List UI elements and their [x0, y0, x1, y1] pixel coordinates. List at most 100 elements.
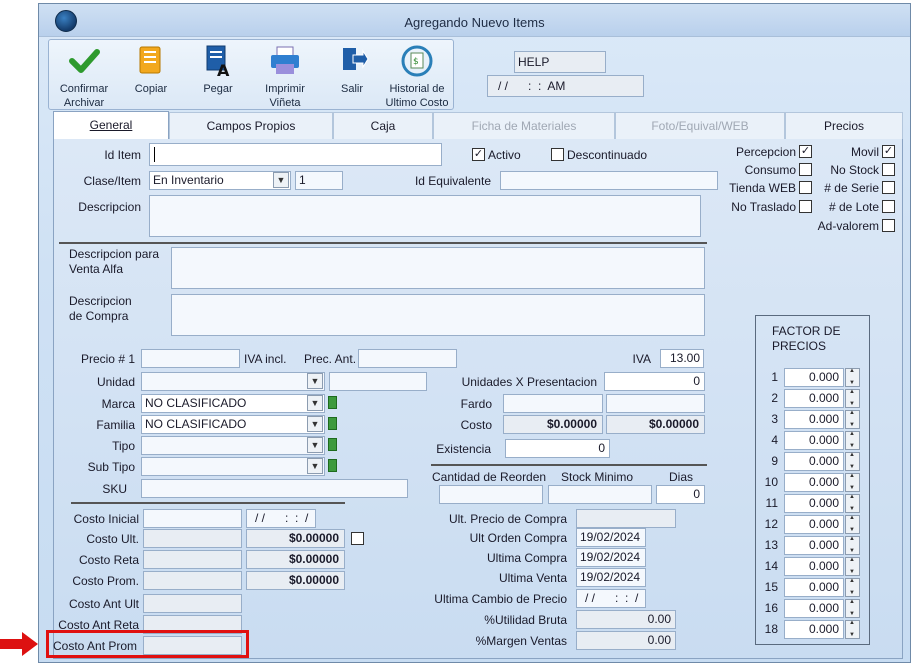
factor-row-spinner-icon[interactable] — [845, 389, 860, 408]
clase-chevron-down-icon[interactable]: ▼ — [273, 172, 289, 188]
factor-row-label: 13 — [764, 538, 778, 552]
clase-item-select[interactable]: En Inventario — [149, 171, 291, 190]
factor-row-input[interactable]: 0.000 — [784, 557, 844, 576]
familia-chevron-down-icon[interactable]: ▼ — [307, 416, 323, 432]
factor-row-label: 18 — [764, 622, 778, 636]
familia-add-icon[interactable] — [328, 417, 337, 430]
copy-button[interactable]: Copiar — [127, 44, 175, 96]
descontinuado-checkbox[interactable] — [551, 148, 564, 161]
help-box[interactable]: HELP — [514, 51, 606, 73]
sub-tipo-add-icon[interactable] — [328, 459, 337, 472]
marca-chevron-down-icon[interactable]: ▼ — [307, 395, 323, 411]
factor-row-input[interactable]: 0.000 — [784, 494, 844, 513]
factor-row-input[interactable]: 0.000 — [784, 410, 844, 429]
costo-ult-checkbox[interactable] — [351, 532, 364, 545]
movil-label: Movil — [850, 145, 879, 159]
factor-row-spinner-icon[interactable] — [845, 431, 860, 450]
stock-min-input[interactable] — [548, 485, 652, 504]
tab-general[interactable]: General — [53, 111, 169, 140]
cant-reorden-input[interactable] — [439, 485, 543, 504]
unidad-extra-input[interactable] — [329, 372, 427, 391]
id-item-input[interactable] — [149, 143, 442, 166]
num-lote-checkbox[interactable] — [882, 200, 895, 213]
unidades-pres-input[interactable]: 0 — [604, 372, 705, 391]
ad-valorem-checkbox[interactable] — [882, 219, 895, 232]
tab-campos-propios[interactable]: Campos Propios — [169, 112, 333, 139]
ultima-cambio-value: / / : : / — [585, 591, 639, 605]
factor-row-input[interactable]: 0.000 — [784, 473, 844, 492]
factor-row-input[interactable]: 0.000 — [784, 536, 844, 555]
unidad-select[interactable] — [141, 372, 325, 391]
factor-row-spinner-icon[interactable] — [845, 515, 860, 534]
activo-checkbox[interactable]: ✓ — [472, 148, 485, 161]
factor-row-spinner-icon[interactable] — [845, 494, 860, 513]
precio1-label: Precio # 1 — [80, 352, 135, 366]
marca-select[interactable]: NO CLASIFICADO — [141, 394, 325, 413]
factor-row-spinner-icon[interactable] — [845, 368, 860, 387]
descontinuado-label: Descontinuado — [567, 148, 648, 162]
margen-box: 0.00 — [576, 631, 676, 650]
dias-input[interactable]: 0 — [656, 485, 705, 504]
prec-ant-input[interactable] — [358, 349, 457, 368]
unidad-chevron-down-icon[interactable]: ▼ — [307, 373, 323, 389]
factor-row-input[interactable]: 0.000 — [784, 368, 844, 387]
factor-row-spinner-icon[interactable] — [845, 410, 860, 429]
factor-row-input[interactable]: 0.000 — [784, 578, 844, 597]
precio1-input[interactable] — [141, 349, 240, 368]
copy-label: Copiar — [134, 83, 168, 95]
sku-input[interactable] — [141, 479, 408, 498]
utilidad-label: %Utilidad Bruta — [484, 613, 567, 627]
sub-tipo-select[interactable] — [141, 457, 325, 476]
descripcion-input[interactable] — [149, 195, 701, 237]
tab-caja[interactable]: Caja — [333, 112, 433, 139]
factor-row-spinner-icon[interactable] — [845, 536, 860, 555]
tab-precios[interactable]: Precios — [785, 112, 903, 139]
id-equivalente-input[interactable] — [500, 171, 718, 190]
tipo-chevron-down-icon[interactable]: ▼ — [307, 437, 323, 453]
factor-row-input[interactable]: 0.000 — [784, 431, 844, 450]
sub-tipo-chevron-down-icon[interactable]: ▼ — [307, 458, 323, 474]
factor-row-spinner-icon[interactable] — [845, 473, 860, 492]
ult-orden-label: Ult Orden Compra — [469, 531, 567, 545]
factor-row-label: 3 — [771, 412, 778, 426]
factor-row-input[interactable]: 0.000 — [784, 515, 844, 534]
tipo-label: Tipo — [112, 439, 135, 453]
desc-compra-input[interactable] — [171, 294, 705, 336]
factor-row-spinner-icon[interactable] — [845, 557, 860, 576]
factor-row-input[interactable]: 0.000 — [784, 599, 844, 618]
print-label-button[interactable]: Imprimir Viñeta — [255, 44, 315, 110]
factor-row-spinner-icon[interactable] — [845, 620, 860, 639]
paste-button[interactable]: A Pegar — [194, 44, 242, 96]
factor-row-label: 12 — [764, 517, 778, 531]
factor-row-input[interactable]: 0.000 — [784, 620, 844, 639]
factor-row-label: 4 — [771, 433, 778, 447]
costo-inicial-date[interactable]: / / : : / — [246, 509, 316, 528]
factor-row-input[interactable]: 0.000 — [784, 389, 844, 408]
num-serie-checkbox[interactable] — [882, 181, 895, 194]
clase-num-input[interactable]: 1 — [295, 171, 343, 190]
factor-row-input[interactable]: 0.000 — [784, 452, 844, 471]
familia-select[interactable]: NO CLASIFICADO — [141, 415, 325, 434]
no-stock-checkbox[interactable] — [882, 163, 895, 176]
desc-venta-input[interactable] — [171, 247, 705, 289]
iva-input[interactable]: 13.00 — [660, 349, 704, 368]
costo-inicial-input[interactable] — [143, 509, 242, 528]
ultima-cambio-box: / / : : / — [576, 589, 646, 608]
tipo-select[interactable] — [141, 436, 325, 455]
window-title: Agregando Nuevo Items — [404, 15, 545, 30]
factor-row-spinner-icon[interactable] — [845, 452, 860, 471]
factor-row-spinner-icon[interactable] — [845, 578, 860, 597]
percepcion-checkbox[interactable]: ✓ — [799, 145, 812, 158]
cost-history-button[interactable]: $ Historial de Ultimo Costo — [385, 44, 449, 110]
unidades-pres-value: 0 — [693, 374, 700, 388]
movil-checkbox[interactable]: ✓ — [882, 145, 895, 158]
exit-button[interactable]: Salir — [332, 44, 372, 96]
tipo-add-icon[interactable] — [328, 438, 337, 451]
factor-row-spinner-icon[interactable] — [845, 599, 860, 618]
descripcion-label: Descripcion — [78, 200, 141, 214]
factor-row-value: 0.000 — [808, 622, 839, 636]
fardo-input2[interactable] — [606, 394, 705, 413]
marca-add-icon[interactable] — [328, 396, 337, 409]
confirm-button[interactable]: Confirmar Archivar — [53, 44, 115, 110]
fardo-input1[interactable] — [503, 394, 603, 413]
